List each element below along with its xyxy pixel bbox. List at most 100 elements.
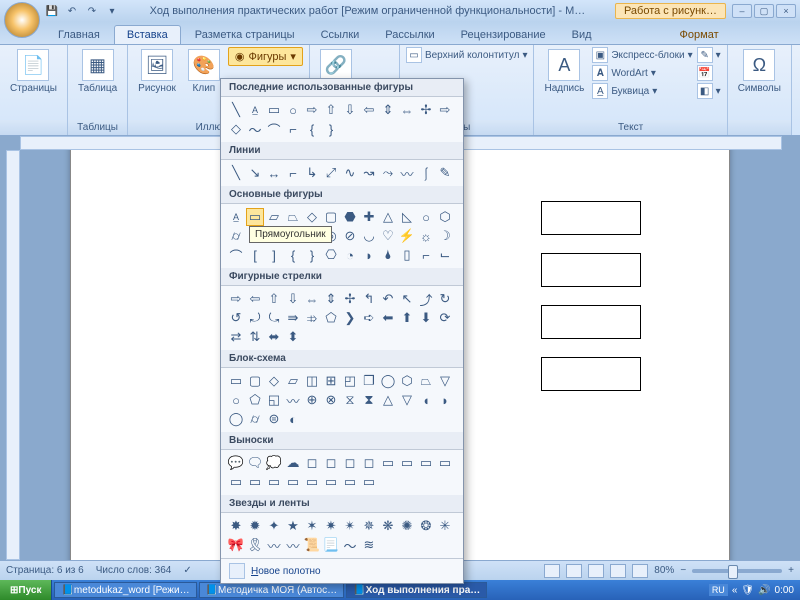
picture-button[interactable]: 🖼 Рисунок xyxy=(134,47,180,96)
shape-star4[interactable]: ✦ xyxy=(265,517,283,535)
status-words[interactable]: Число слов: 364 xyxy=(96,565,172,576)
shape-arrow-d[interactable]: ⬍ xyxy=(284,328,302,346)
header-button[interactable]: ▭Верхний колонтитул ▾ xyxy=(406,47,528,63)
shape-curve-double[interactable]: ⤳ xyxy=(379,164,397,182)
shape-callout-line2[interactable]: ◻ xyxy=(322,454,340,472)
shape-plaque[interactable]: ⎔ xyxy=(322,246,340,264)
shape-half-frame[interactable]: ⌐ xyxy=(417,246,435,264)
shape-trapezoid[interactable]: ⏢ xyxy=(284,208,302,226)
shape-triangle[interactable]: △ xyxy=(379,208,397,226)
shape-right-triangle[interactable]: ◺ xyxy=(398,208,416,226)
shape-ribbon-up[interactable]: 🎀 xyxy=(227,536,245,554)
shape-arrow-left[interactable]: ⇦ xyxy=(360,101,378,119)
shape-fc-extract[interactable]: △ xyxy=(379,391,397,409)
view-draft[interactable] xyxy=(632,564,648,578)
shape-arrow-callout-left[interactable]: ⬅ xyxy=(379,309,397,327)
shape-callout-border4[interactable]: ▭ xyxy=(284,473,302,491)
shape-arrow-c[interactable]: ⬌ xyxy=(265,328,283,346)
shape-arrow-quad[interactable]: ✢ xyxy=(341,290,359,308)
tab-layout[interactable]: Разметка страницы xyxy=(183,26,307,44)
shape-callout-cloud[interactable]: ☁ xyxy=(284,454,302,472)
pages-button[interactable]: 📄 Страницы xyxy=(6,47,61,96)
shape-fc-magnetic-disk[interactable]: ⊜ xyxy=(265,410,283,428)
shape-fc-merge[interactable]: ▽ xyxy=(398,391,416,409)
quickparts-button[interactable]: ▣Экспресс-блоки ▾ xyxy=(592,47,692,63)
zoom-slider[interactable] xyxy=(692,569,782,573)
shape-arrow-up[interactable]: ⇧ xyxy=(265,290,283,308)
shape-arrow-circular[interactable]: ⟳ xyxy=(436,309,454,327)
tab-references[interactable]: Ссылки xyxy=(309,26,372,44)
shape-arrow-b[interactable]: ⇅ xyxy=(246,328,264,346)
shape-arrow-curved-right[interactable]: ↻ xyxy=(436,290,454,308)
shape-callout-ba4[interactable]: ▭ xyxy=(360,473,378,491)
shape-elbow-double[interactable]: ⤢ xyxy=(322,164,340,182)
shape-frame[interactable]: ▯ xyxy=(398,246,416,264)
shape-callout-rect[interactable]: 💬 xyxy=(227,454,245,472)
shape-teardrop[interactable]: 🌢 xyxy=(379,246,397,264)
shape-arrow[interactable]: ⇨ xyxy=(436,101,454,119)
shape-diamond[interactable]: ◇ xyxy=(303,208,321,226)
shape-ribbon-down[interactable]: 🎗 xyxy=(246,536,264,554)
shape-elbow-arrow[interactable]: ↳ xyxy=(303,164,321,182)
tab-review[interactable]: Рецензирование xyxy=(449,26,558,44)
shape-oval[interactable]: ○ xyxy=(284,101,302,119)
shape-parallelogram[interactable]: ▱ xyxy=(265,208,283,226)
shape-brace-left[interactable]: { xyxy=(284,246,302,264)
shape-arrow-right[interactable]: ⇨ xyxy=(303,101,321,119)
shape-fc-manual-input[interactable]: ⏢ xyxy=(417,372,435,390)
tab-mailings[interactable]: Рассылки xyxy=(373,26,446,44)
shape-arc[interactable]: ⌒ xyxy=(265,120,283,138)
shape-callout-line4[interactable]: ◻ xyxy=(360,454,378,472)
shape-arrow-a[interactable]: ⇄ xyxy=(227,328,245,346)
shape-rectangle[interactable] xyxy=(541,357,641,391)
tab-home[interactable]: Главная xyxy=(46,26,112,44)
shape-curve[interactable]: 〜 xyxy=(246,120,264,138)
shape-wave[interactable]: 〜 xyxy=(341,536,359,554)
shape-arrow-callout-up[interactable]: ⬆ xyxy=(398,309,416,327)
shape-line[interactable]: ╲ xyxy=(227,164,245,182)
shape-octagon[interactable]: ⬣ xyxy=(341,208,359,226)
shape-fc-decision[interactable]: ◇ xyxy=(265,372,283,390)
view-web[interactable] xyxy=(588,564,604,578)
shape-fc-card[interactable]: ◱ xyxy=(265,391,283,409)
textbox-button[interactable]: A Надпись xyxy=(540,47,588,96)
shape-rectangle[interactable]: ▭ xyxy=(265,101,283,119)
shape-arrow-updown[interactable]: ⇕ xyxy=(379,101,397,119)
shape-freeform[interactable]: ⎰ xyxy=(417,164,435,182)
shape-fc-or[interactable]: ⊗ xyxy=(322,391,340,409)
shape-double-arrow[interactable]: ↔ xyxy=(265,164,283,182)
shape-fc-terminator[interactable]: ◯ xyxy=(379,372,397,390)
shape-fc-collate[interactable]: ⧖ xyxy=(341,391,359,409)
shape-callout-ba1[interactable]: ▭ xyxy=(303,473,321,491)
status-page[interactable]: Страница: 6 из 6 xyxy=(6,565,84,576)
shape-curve-conn[interactable]: ∿ xyxy=(341,164,359,182)
shape-fc-preparation[interactable]: ⬡ xyxy=(398,372,416,390)
tray-icon[interactable]: 🛡 xyxy=(741,585,754,596)
language-indicator[interactable]: RU xyxy=(709,584,728,596)
zoom-out[interactable]: − xyxy=(680,565,686,576)
tray-icon[interactable]: « xyxy=(732,585,738,596)
shape-rectangle[interactable] xyxy=(541,305,641,339)
shape-textbox[interactable]: A̲ xyxy=(246,101,264,119)
shape-block-arc[interactable]: ◡ xyxy=(360,227,378,245)
minimize-button[interactable]: – xyxy=(732,4,752,18)
shape-moon[interactable]: ☽ xyxy=(436,227,454,245)
office-button[interactable] xyxy=(4,2,40,38)
shape-fc-seq-storage[interactable]: ◯ xyxy=(227,410,245,428)
shape-star6[interactable]: ✶ xyxy=(303,517,321,535)
shape-ribbon-curved-up[interactable]: 〰 xyxy=(265,536,283,554)
shape-arrow-callout-down[interactable]: ⬇ xyxy=(417,309,435,327)
tab-insert[interactable]: Вставка xyxy=(114,25,181,44)
shape-sun[interactable]: ☼ xyxy=(417,227,435,245)
clock[interactable]: 0:00 xyxy=(775,585,794,596)
shape-star7[interactable]: ✷ xyxy=(322,517,340,535)
status-proofing-icon[interactable]: ✓ xyxy=(183,565,191,576)
symbols-button[interactable]: Ω Символы xyxy=(734,47,785,96)
datetime-button[interactable]: 📅 xyxy=(697,65,721,81)
object-button[interactable]: ◧▾ xyxy=(697,83,721,99)
shape-fc-predefined[interactable]: ◫ xyxy=(303,372,321,390)
shape-fc-document[interactable]: ◰ xyxy=(341,372,359,390)
shape-oval[interactable]: ○ xyxy=(417,208,435,226)
shape-fc-connector[interactable]: ○ xyxy=(227,391,245,409)
shape-arrow-striped[interactable]: ⇛ xyxy=(284,309,302,327)
